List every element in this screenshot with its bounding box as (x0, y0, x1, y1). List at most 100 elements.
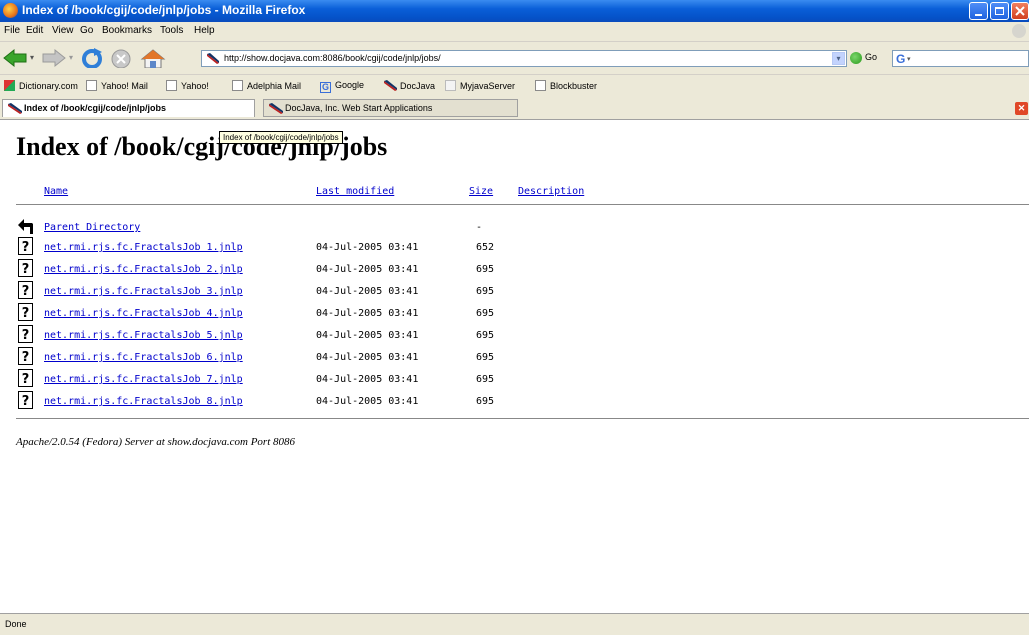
menu-help[interactable]: Help (194, 25, 215, 36)
title-bar: Index of /book/cgij/code/jnlp/jobs - Moz… (0, 0, 1029, 22)
file-link[interactable]: net.rmi.rjs.fc.FractalsJob 2.jnlp (44, 264, 243, 275)
tooltip: Index of /book/cgij/code/jnlp/jobs (219, 131, 343, 144)
menu-bar: File Edit View Go Bookmarks Tools Help (0, 22, 1029, 42)
file-modified: 04-Jul-2005 03:41 (316, 264, 419, 275)
bookmark-adelphia-mail[interactable]: Adelphia Mail (232, 80, 301, 91)
google-search-icon[interactable]: G (896, 52, 905, 66)
file-modified: 04-Jul-2005 03:41 (316, 374, 419, 385)
window-title: Index of /book/cgij/code/jnlp/jobs - Moz… (22, 3, 306, 17)
svg-text:?: ? (22, 350, 30, 365)
google-favicon-icon: G (320, 82, 331, 93)
divider (16, 418, 1029, 419)
page-icon (535, 80, 546, 91)
search-dropdown-icon[interactable]: ▾ (907, 55, 911, 63)
search-box[interactable]: G ▾ (892, 50, 1029, 67)
bookmark-myjavaserver[interactable]: MyjavaServer (445, 80, 515, 91)
bookmark-blockbuster[interactable]: Blockbuster (535, 80, 597, 91)
column-last-modified-link[interactable]: Last modified (316, 186, 394, 197)
file-link[interactable]: net.rmi.rjs.fc.FractalsJob 6.jnlp (44, 352, 243, 363)
table-row: ? net.rmi.rjs.fc.FractalsJob 4.jnlp 04-Jul… (16, 303, 536, 325)
file-link[interactable]: net.rmi.rjs.fc.FractalsJob 1.jnlp (44, 242, 243, 253)
divider (16, 204, 1029, 205)
forward-dropdown-icon[interactable]: ▾ (69, 53, 73, 62)
stop-icon[interactable] (110, 48, 132, 68)
throbber-icon (1012, 24, 1026, 38)
bookmark-yahoo-mail[interactable]: Yahoo! Mail (86, 80, 148, 91)
unknown-file-icon: ? (18, 325, 33, 343)
reload-icon[interactable] (80, 48, 104, 68)
file-size: 652 (476, 242, 495, 253)
tab-label: Index of /book/cgij/code/jnlp/jobs (24, 103, 167, 113)
svg-text:?: ? (22, 394, 30, 409)
column-description-link[interactable]: Description (518, 186, 584, 197)
menu-view[interactable]: View (52, 25, 74, 36)
unknown-file-icon: ? (18, 259, 33, 277)
svg-text:?: ? (22, 306, 30, 321)
back-dropdown-icon[interactable]: ▾ (30, 53, 34, 62)
file-size: 695 (476, 286, 495, 297)
file-modified: 04-Jul-2005 03:41 (316, 286, 419, 297)
bookmarks-toolbar: Dictionary.com Yahoo! Mail Yahoo! Adelph… (0, 74, 1029, 97)
file-size: 695 (476, 330, 495, 341)
tab-label: DocJava, Inc. Web Start Applications (285, 103, 433, 113)
address-bar[interactable]: http://show.docjava.com:8086/book/cgij/c… (201, 50, 847, 67)
file-modified: 04-Jul-2005 03:41 (316, 330, 419, 341)
back-arrow-icon[interactable] (2, 48, 28, 68)
close-window-button[interactable] (1011, 2, 1029, 20)
svg-text:?: ? (22, 372, 30, 387)
docjava-favicon-icon (8, 103, 22, 114)
forward-arrow-icon[interactable] (41, 48, 67, 68)
bookmark-yahoo[interactable]: Yahoo! (166, 80, 209, 91)
table-row: ? net.rmi.rjs.fc.FractalsJob 7.jnlp 04-Jul… (16, 369, 536, 391)
go-label: Go (865, 52, 878, 62)
menu-go[interactable]: Go (80, 25, 93, 36)
file-link[interactable]: net.rmi.rjs.fc.FractalsJob 5.jnlp (44, 330, 243, 341)
url-text[interactable]: http://show.docjava.com:8086/book/cgij/c… (224, 53, 441, 63)
unknown-file-icon: ? (18, 303, 33, 321)
table-row: ? net.rmi.rjs.fc.FractalsJob 6.jnlp 04-Jul… (16, 347, 536, 369)
close-icon (1015, 6, 1025, 16)
menu-file[interactable]: File (4, 25, 20, 36)
home-icon[interactable] (140, 48, 166, 68)
bookmark-google[interactable]: G Google (320, 80, 364, 93)
bookmark-docjava[interactable]: DocJava (384, 80, 435, 91)
status-bar: Done (0, 613, 1029, 635)
parent-directory-row: Parent Directory - (16, 217, 536, 239)
docjava-favicon-icon (269, 103, 283, 114)
parent-directory-link[interactable]: Parent Directory (44, 222, 140, 233)
menu-tools[interactable]: Tools (160, 25, 183, 36)
back-folder-icon (18, 219, 33, 234)
dictionary-favicon-icon (4, 80, 15, 91)
table-row: ? net.rmi.rjs.fc.FractalsJob 2.jnlp 04-Jul… (16, 259, 536, 281)
tab-index-jobs[interactable]: Index of /book/cgij/code/jnlp/jobs (2, 99, 255, 117)
bookmark-dictionary[interactable]: Dictionary.com (4, 80, 78, 91)
docjava-favicon-icon (384, 80, 397, 91)
close-tab-button[interactable]: ✕ (1015, 102, 1028, 115)
tab-docjava-webstart[interactable]: DocJava, Inc. Web Start Applications (263, 99, 518, 117)
go-icon (850, 52, 862, 64)
svg-text:?: ? (22, 284, 30, 299)
parent-size: - (476, 222, 483, 233)
table-row: ? net.rmi.rjs.fc.FractalsJob 5.jnlp 04-Jul… (16, 325, 536, 347)
svg-text:?: ? (22, 262, 30, 277)
file-modified: 04-Jul-2005 03:41 (316, 352, 419, 363)
file-link[interactable]: net.rmi.rjs.fc.FractalsJob 8.jnlp (44, 396, 243, 407)
page-icon (232, 80, 243, 91)
file-size: 695 (476, 374, 495, 385)
chart-favicon-icon (445, 80, 456, 91)
unknown-file-icon: ? (18, 347, 33, 365)
menu-bookmarks[interactable]: Bookmarks (102, 25, 152, 36)
file-link[interactable]: net.rmi.rjs.fc.FractalsJob 7.jnlp (44, 374, 243, 385)
maximize-button[interactable] (990, 2, 1009, 20)
column-size-link[interactable]: Size (469, 186, 493, 197)
file-link[interactable]: net.rmi.rjs.fc.FractalsJob 3.jnlp (44, 286, 243, 297)
svg-text:?: ? (22, 328, 30, 343)
server-address: Apache/2.0.54 (Fedora) Server at show.do… (16, 436, 296, 448)
minimize-button[interactable] (969, 2, 988, 20)
firefox-logo-icon (3, 3, 18, 18)
file-link[interactable]: net.rmi.rjs.fc.FractalsJob 4.jnlp (44, 308, 243, 319)
column-name-link[interactable]: Name (44, 186, 68, 197)
file-modified: 04-Jul-2005 03:41 (316, 308, 419, 319)
url-dropdown-button[interactable]: ▾ (832, 52, 845, 65)
menu-edit[interactable]: Edit (26, 25, 43, 36)
